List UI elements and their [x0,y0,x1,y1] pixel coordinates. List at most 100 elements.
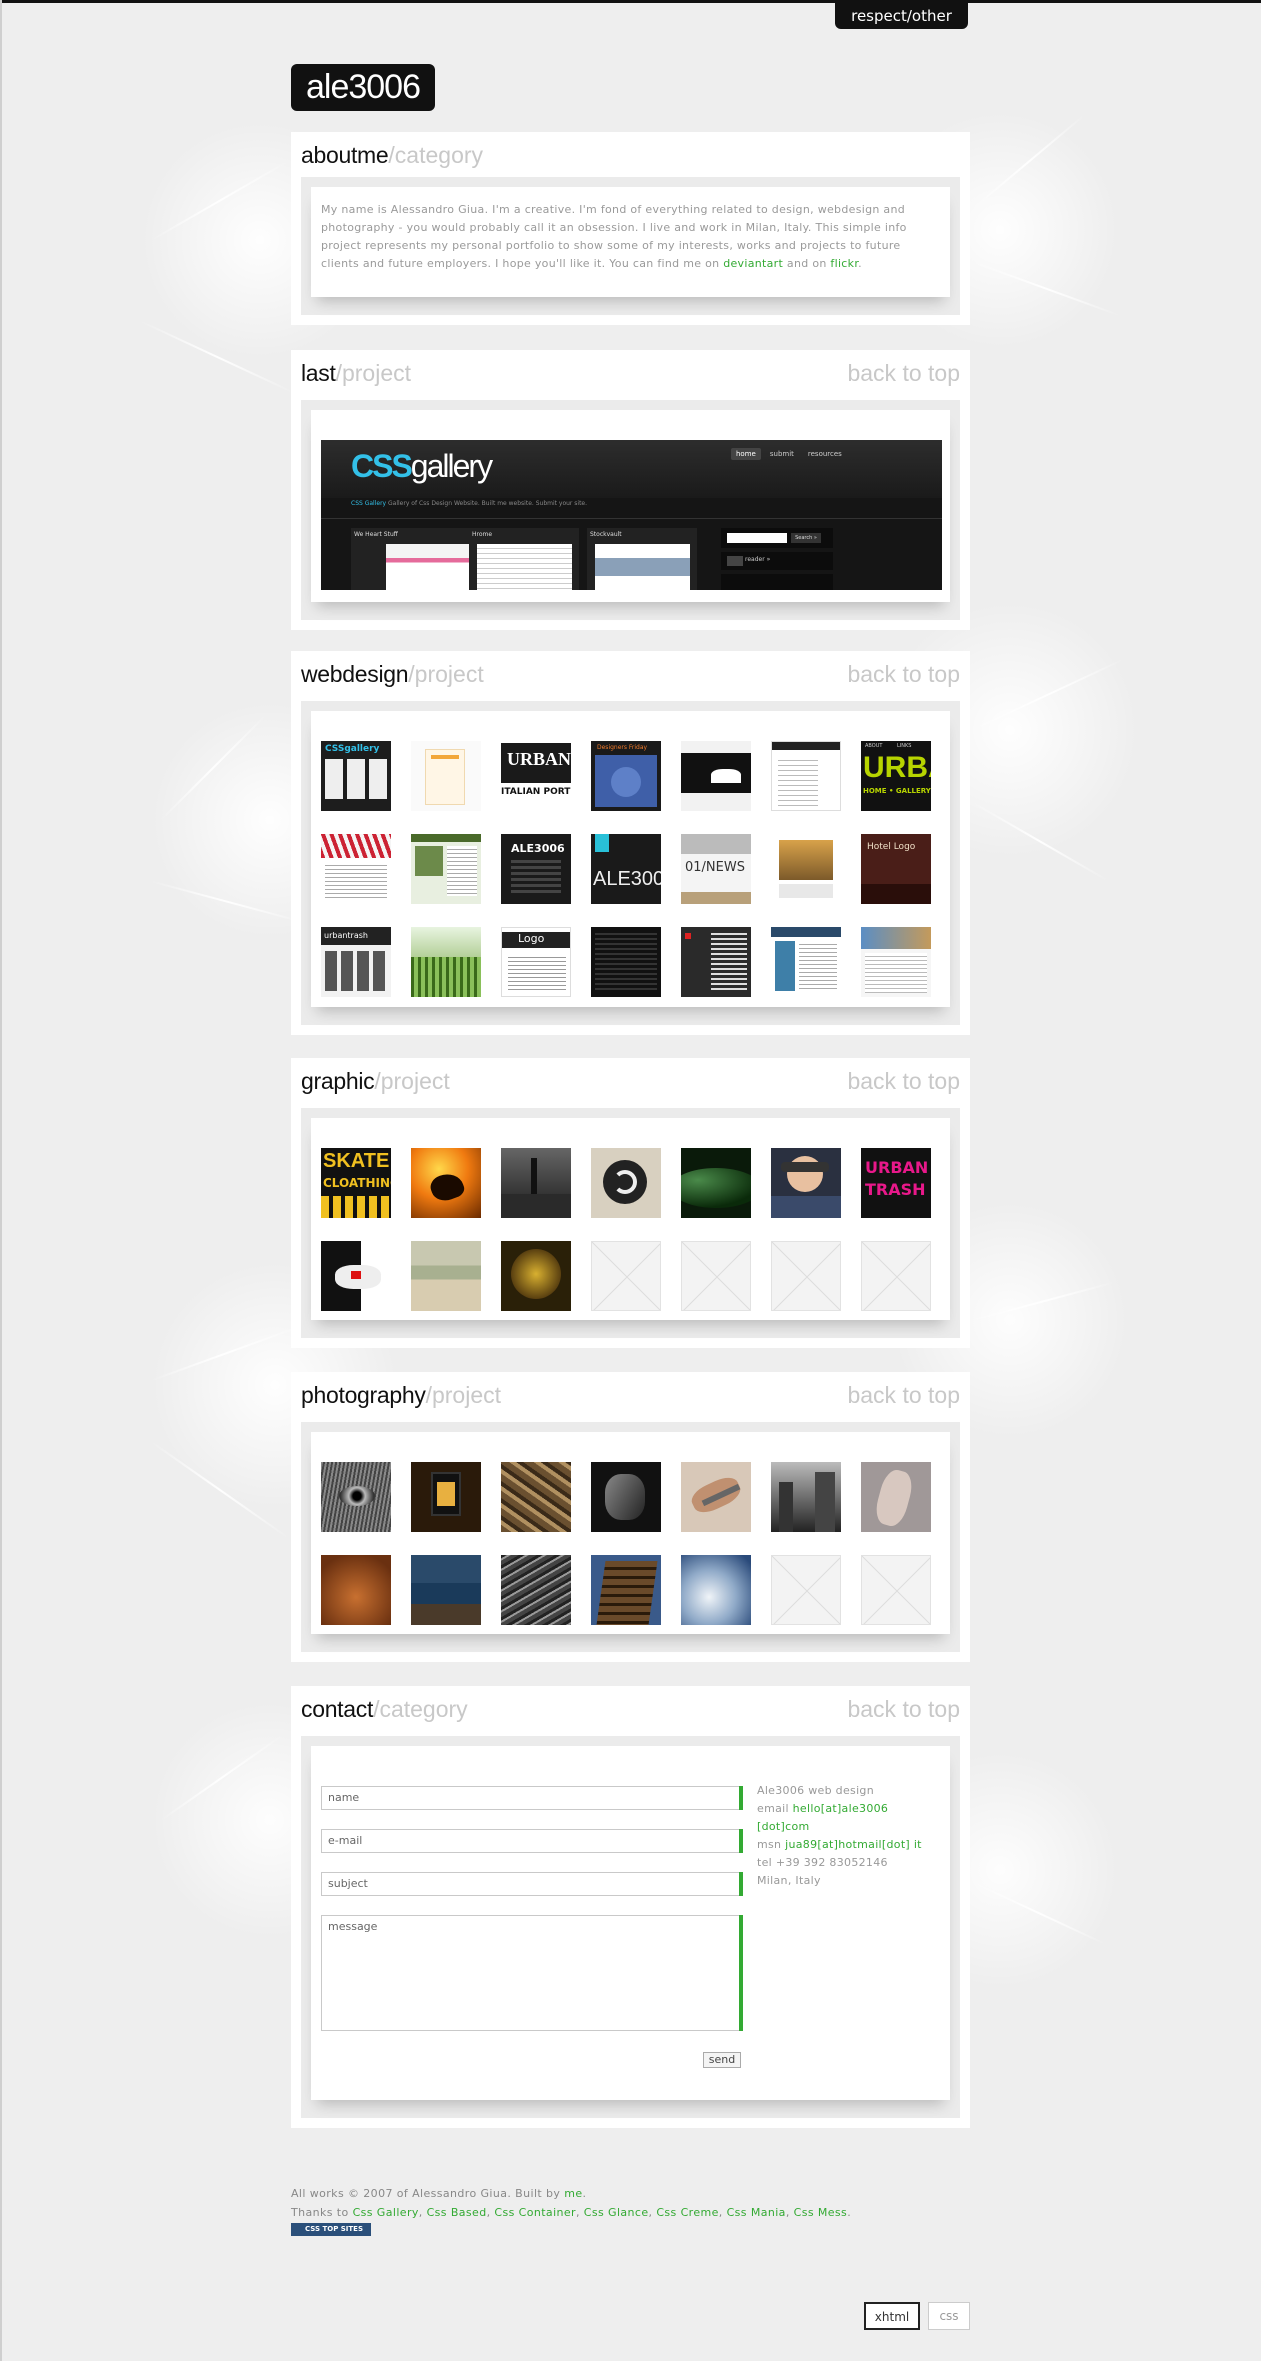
css-mess-link[interactable]: Css Mess [794,2206,848,2219]
graphic-thumb[interactable] [321,1241,391,1311]
webdesign-thumb[interactable]: CSSgallery [321,741,391,811]
aboutme-section: aboutme/category My name is Alessandro G… [291,132,970,325]
webdesign-thumb[interactable] [771,927,841,997]
message-textarea[interactable]: message [321,1915,741,2031]
photo-thumb[interactable] [501,1555,571,1625]
graphic-thumb[interactable] [681,1148,751,1218]
css-mania-link[interactable]: Css Mania [727,2206,786,2219]
subject-field[interactable]: subject [321,1872,741,1896]
webdesign-thumb[interactable]: Designers Friday [591,741,661,811]
graphic-thumb[interactable] [591,1148,661,1218]
photo-thumb[interactable] [411,1462,481,1532]
placeholder-thumb [771,1241,841,1311]
graphic-card: SKATE CLOATHING [311,1118,950,1320]
section-title: webdesign [301,661,409,687]
photo-thumb[interactable] [861,1462,931,1532]
photography-panel [301,1422,960,1652]
photo-thumb[interactable] [591,1555,661,1625]
css-container-link[interactable]: Css Container [494,2206,576,2219]
respect-other-tab[interactable]: respect/other [835,3,968,29]
css-based-link[interactable]: Css Based [427,2206,487,2219]
about-end: . [858,257,862,270]
preview-side-item: reader » [745,556,771,563]
webdesign-thumb[interactable] [681,741,751,811]
contact-card: name e-mail subject message send Ale3006… [311,1746,950,2100]
graphic-thumb[interactable] [771,1148,841,1218]
xhtml-validator-button[interactable]: xhtml [864,2302,920,2330]
graphic-thumb[interactable] [411,1241,481,1311]
send-button[interactable]: send [703,2052,741,2068]
webdesign-thumb[interactable]: Logo [501,927,571,997]
contact-company: Ale3006 web design [757,1784,874,1797]
deviantart-link[interactable]: deviantart [723,257,783,270]
msn-link[interactable]: jua89[at]hotmail[dot] it [785,1838,922,1851]
webdesign-thumb[interactable]: ALE300 [591,834,661,904]
webdesign-thumb[interactable] [321,834,391,904]
email-field[interactable]: e-mail [321,1829,741,1853]
built-by-link[interactable]: me [564,2187,582,2200]
placeholder-thumb [591,1241,661,1311]
back-to-top-link[interactable]: back to top [847,1382,960,1409]
photo-thumb[interactable] [681,1462,751,1532]
photo-thumb[interactable] [681,1555,751,1625]
left-border [0,0,2,2361]
last-project-panel: CSSgallery home submit resources CSS Gal… [301,400,960,620]
photo-thumb[interactable] [321,1555,391,1625]
webdesign-thumb[interactable]: ALE3006 [501,834,571,904]
graphic-thumb[interactable]: SKATE CLOATHING [321,1148,391,1218]
photography-header: photography/project back to top [301,1382,960,1412]
webdesign-thumb[interactable]: Hotel Logo [861,834,931,904]
webdesign-thumb[interactable] [411,834,481,904]
preview-nav-submit: submit [769,450,794,458]
preview-nav-home: home [731,448,761,460]
photo-thumb[interactable] [501,1462,571,1532]
webdesign-thumb[interactable] [411,741,481,811]
css-glance-link[interactable]: Css Glance [584,2206,649,2219]
section-subtitle: /project [374,1068,450,1094]
graphic-thumb[interactable]: URBAN TRASH [861,1148,931,1218]
preview-search-button: Search » [791,533,821,543]
webdesign-thumb[interactable]: urbantrash [321,927,391,997]
graphic-thumb[interactable] [501,1241,571,1311]
email-field-indicator [739,1829,743,1853]
back-to-top-link[interactable]: back to top [847,360,960,387]
flickr-link[interactable]: flickr [830,257,858,270]
css-validator-button[interactable]: css [928,2302,970,2330]
section-title: photography [301,1382,426,1408]
contact-info: Ale3006 web design email hello[at]ale300… [757,1782,942,1890]
back-to-top-link[interactable]: back to top [847,1068,960,1095]
webdesign-thumb[interactable] [411,927,481,997]
webdesign-thumb[interactable]: ABOUT LINKS URBA HOME • GALLERY • [861,741,931,811]
name-field[interactable]: name [321,1786,741,1810]
graphic-thumb[interactable] [501,1148,571,1218]
webdesign-thumb[interactable] [681,927,751,997]
graphic-thumb[interactable] [411,1148,481,1218]
photo-thumb[interactable] [411,1555,481,1625]
contact-header: contact/category back to top [301,1696,960,1726]
contact-city: Milan, Italy [757,1874,821,1887]
photo-thumb[interactable] [771,1462,841,1532]
back-to-top-link[interactable]: back to top [847,661,960,688]
webdesign-thumb[interactable] [771,741,841,811]
site-logo[interactable]: ale3006 [291,64,435,111]
aboutme-header: aboutme/category [301,142,960,172]
aboutme-card: My name is Alessandro Giua. I'm a creati… [311,187,950,297]
webdesign-thumb[interactable]: 01/NEWS [681,834,751,904]
webdesign-thumb[interactable] [771,834,841,904]
webdesign-header: webdesign/project back to top [301,661,960,691]
webdesign-thumb[interactable] [861,927,931,997]
css-top-sites-badge[interactable]: CSS TOP SITES [291,2223,371,2236]
contact-panel: name e-mail subject message send Ale3006… [301,1736,960,2118]
photo-thumb[interactable] [591,1462,661,1532]
photo-thumb[interactable] [321,1462,391,1532]
css-gallery-link[interactable]: Css Gallery [353,2206,419,2219]
webdesign-thumb[interactable] [591,927,661,997]
section-title: graphic [301,1068,375,1094]
section-subtitle: /category [373,1696,468,1722]
footer-copyright: All works © 2007 of Alessandro Giua. Bui… [291,2187,587,2200]
last-project-screenshot[interactable]: CSSgallery home submit resources CSS Gal… [321,440,942,590]
photography-section: photography/project back to top [291,1372,970,1662]
css-creme-link[interactable]: Css Creme [656,2206,718,2219]
back-to-top-link[interactable]: back to top [847,1696,960,1723]
webdesign-thumb[interactable]: URBAN ITALIAN PORT [501,741,571,811]
